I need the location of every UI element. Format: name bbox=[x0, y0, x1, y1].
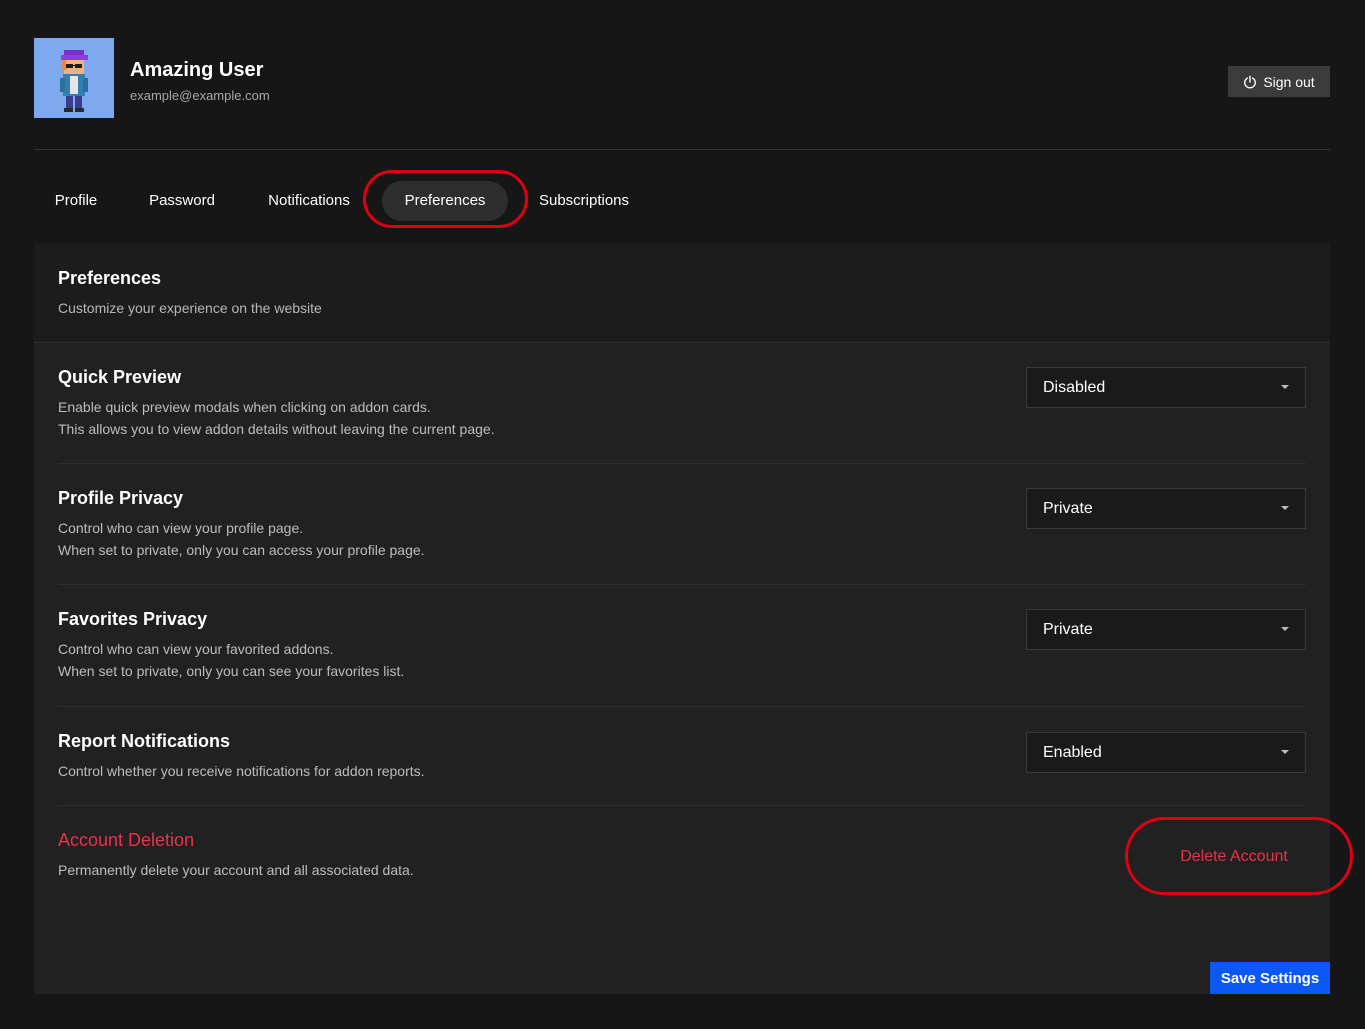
setting-description-line: Control who can view your favorited addo… bbox=[58, 641, 334, 657]
setting-description-line: Control who can view your profile page. bbox=[58, 520, 304, 536]
tab-notifications[interactable]: Notifications bbox=[252, 181, 366, 221]
tab-preferences[interactable]: Preferences bbox=[382, 181, 508, 221]
select-value: Disabled bbox=[1043, 379, 1106, 396]
setting-title: Report Notifications bbox=[58, 731, 231, 751]
setting-description: Control who can view your favorited addo… bbox=[58, 639, 404, 682]
setting-favorites-privacy: Favorites Privacy Control who can view y… bbox=[58, 609, 1306, 705]
panel-subtitle: Customize your experience on the website bbox=[58, 300, 322, 316]
setting-title: Quick Preview bbox=[58, 367, 182, 387]
delete-account-button[interactable]: Delete Account bbox=[1135, 839, 1333, 875]
setting-divider bbox=[58, 706, 1306, 707]
sign-out-label: Sign out bbox=[1263, 73, 1315, 90]
tab-profile[interactable]: Profile bbox=[34, 181, 118, 221]
select-value: Enabled bbox=[1043, 744, 1102, 761]
account-deletion-description: Permanently delete your account and all … bbox=[58, 862, 414, 878]
setting-title: Profile Privacy bbox=[58, 488, 184, 508]
panel-header: Preferences Customize your experience on… bbox=[34, 243, 1330, 343]
tab-subscriptions[interactable]: Subscriptions bbox=[528, 181, 640, 221]
user-header: Amazing User example@example.com Sign ou… bbox=[34, 38, 1330, 118]
panel-title: Preferences bbox=[58, 268, 162, 288]
chevron-down-icon bbox=[1281, 506, 1289, 510]
setting-description-line: Control whether you receive notification… bbox=[58, 763, 425, 779]
setting-description: Control who can view your profile page. … bbox=[58, 518, 425, 561]
setting-report-notifications: Report Notifications Control whether you… bbox=[58, 731, 1306, 805]
report-notifications-select[interactable]: Enabled bbox=[1026, 732, 1306, 773]
sign-out-button[interactable]: Sign out bbox=[1228, 66, 1330, 97]
chevron-down-icon bbox=[1281, 627, 1289, 631]
save-settings-button[interactable]: Save Settings bbox=[1210, 962, 1330, 994]
user-email: example@example.com bbox=[130, 88, 270, 103]
setting-divider bbox=[58, 584, 1306, 585]
setting-description-line: When set to private, only you can see yo… bbox=[58, 662, 405, 679]
profile-privacy-select[interactable]: Private bbox=[1026, 488, 1306, 529]
setting-description-line: When set to private, only you can access… bbox=[58, 541, 425, 558]
setting-profile-privacy: Profile Privacy Control who can view you… bbox=[58, 488, 1306, 584]
setting-description: Control whether you receive notification… bbox=[58, 761, 425, 783]
chevron-down-icon bbox=[1281, 385, 1289, 389]
setting-description: Enable quick preview modals when clickin… bbox=[58, 397, 495, 440]
chevron-down-icon bbox=[1281, 750, 1289, 754]
setting-divider bbox=[58, 805, 1306, 806]
user-name: Amazing User bbox=[130, 59, 264, 81]
account-deletion-title: Account Deletion bbox=[58, 830, 195, 850]
power-icon bbox=[1244, 75, 1257, 88]
setting-divider bbox=[58, 463, 1306, 464]
header-divider bbox=[34, 149, 1330, 150]
select-value: Private bbox=[1043, 500, 1093, 517]
quick-preview-select[interactable]: Disabled bbox=[1026, 367, 1306, 408]
setting-description-line: This allows you to view addon details wi… bbox=[58, 420, 495, 437]
preferences-panel: Preferences Customize your experience on… bbox=[34, 243, 1330, 994]
setting-quick-preview: Quick Preview Enable quick preview modal… bbox=[58, 367, 1306, 463]
settings-page: Amazing User example@example.com Sign ou… bbox=[0, 0, 1365, 1029]
setting-description-line: Enable quick preview modals when clickin… bbox=[58, 399, 431, 415]
select-value: Private bbox=[1043, 621, 1093, 638]
pixel-character-avatar-icon bbox=[34, 38, 114, 118]
setting-title: Favorites Privacy bbox=[58, 609, 208, 629]
avatar bbox=[34, 38, 114, 118]
favorites-privacy-select[interactable]: Private bbox=[1026, 609, 1306, 650]
tab-password[interactable]: Password bbox=[130, 181, 234, 221]
